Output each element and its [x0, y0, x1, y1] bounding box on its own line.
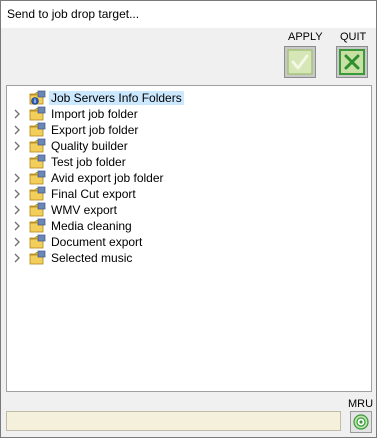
dialog-window: Send to job drop target... APPLY QUIT Jo…: [0, 0, 377, 438]
tree-item[interactable]: Import job folder: [7, 106, 371, 122]
tree-item-label: WMV export: [51, 203, 118, 217]
job-folder-tree[interactable]: Job Servers Info Folders Import job folde…: [6, 85, 372, 392]
chevron-right-icon[interactable]: [13, 237, 21, 247]
tree-item-label: Quality builder: [51, 139, 128, 153]
tree-item-label: Document export: [51, 235, 143, 249]
chevron-right-icon[interactable]: [13, 141, 21, 151]
chevron-right-icon[interactable]: [13, 205, 21, 215]
folder-icon: [29, 234, 46, 249]
mru-label: MRU: [348, 398, 374, 410]
chevron-right-icon[interactable]: [13, 109, 21, 119]
folder-icon: [29, 170, 46, 185]
tree-item-label: Media cleaning: [51, 219, 132, 233]
folder-icon: [29, 106, 46, 121]
chevron-right-icon[interactable]: [13, 253, 21, 263]
apply-button[interactable]: [284, 46, 316, 78]
tree-item-label: Final Cut export: [51, 187, 136, 201]
folder-icon: [29, 202, 46, 217]
mru-button[interactable]: [350, 411, 372, 433]
tree-item[interactable]: Selected music: [7, 250, 371, 266]
target-icon: [353, 414, 369, 430]
tree-item[interactable]: Quality builder: [7, 138, 371, 154]
folder-icon: [29, 218, 46, 233]
quit-label: QUIT: [340, 31, 367, 43]
chevron-right-icon[interactable]: [13, 189, 21, 199]
quit-button[interactable]: [336, 46, 368, 78]
folder-icon: [29, 250, 46, 265]
folder-icon: [29, 138, 46, 153]
close-x-icon: [339, 49, 365, 75]
folder-icon: [29, 186, 46, 201]
tree-item[interactable]: Final Cut export: [7, 186, 371, 202]
window-title: Send to job drop target...: [7, 7, 140, 21]
status-field: [6, 411, 341, 431]
tree-item[interactable]: Media cleaning: [7, 218, 371, 234]
tree-item[interactable]: Avid export job folder: [7, 170, 371, 186]
tree-item[interactable]: Document export: [7, 234, 371, 250]
chevron-right-icon[interactable]: [13, 173, 21, 183]
tree-item[interactable]: WMV export: [7, 202, 371, 218]
apply-label: APPLY: [288, 31, 323, 43]
chevron-right-icon[interactable]: [13, 221, 21, 231]
tree-item[interactable]: Export job folder: [7, 122, 371, 138]
title-bar: Send to job drop target...: [1, 1, 376, 28]
tree-item-label: Export job folder: [51, 123, 139, 137]
tree-item-label: Job Servers Info Folders: [49, 91, 184, 105]
tree-item-label: Test job folder: [51, 155, 126, 169]
tree-item-label: Avid export job folder: [51, 171, 164, 185]
tree-item[interactable]: Job Servers Info Folders: [7, 90, 371, 106]
info-folder-icon: [29, 90, 46, 105]
folder-icon: [29, 154, 46, 169]
folder-icon: [29, 122, 46, 137]
tree-item-label: Selected music: [51, 251, 133, 265]
tree-item-label: Import job folder: [51, 107, 138, 121]
checkmark-icon: [287, 49, 313, 75]
chevron-right-icon[interactable]: [13, 125, 21, 135]
tree-item[interactable]: Test job folder: [7, 154, 371, 170]
